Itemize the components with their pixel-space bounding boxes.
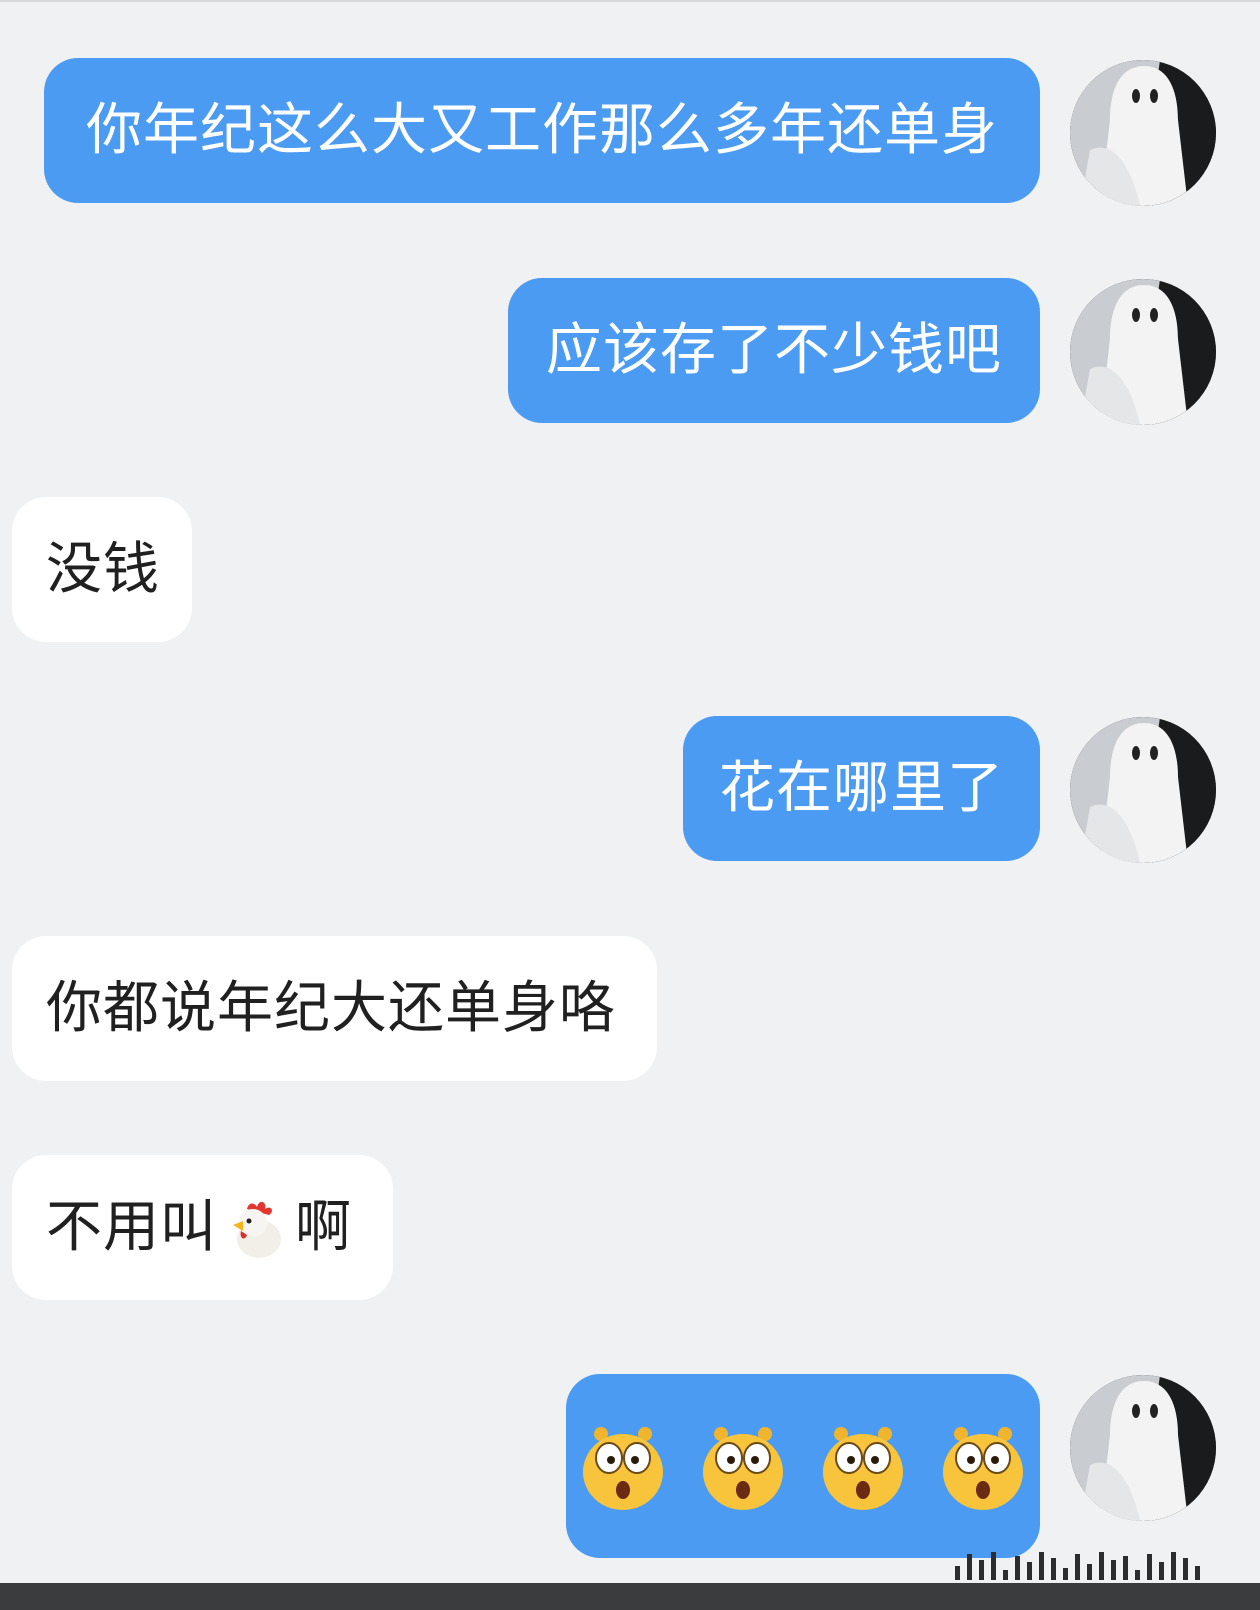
ghost-avatar[interactable]	[1070, 717, 1216, 863]
ghost-avatar[interactable]	[1070, 279, 1216, 425]
ghost-icon	[1070, 279, 1216, 425]
message-bubble-outgoing[interactable]	[566, 1374, 1040, 1558]
astonished-emoji	[943, 1427, 1023, 1510]
astonished-emoji	[703, 1427, 783, 1510]
message-bubble-outgoing[interactable]: 你年纪这么大又工作那么多年还单身	[44, 58, 1040, 203]
message-bubble-incoming[interactable]: 没钱	[12, 497, 192, 642]
message-bubble-incoming[interactable]: 你都说年纪大还单身咯	[12, 936, 657, 1081]
message-text: 没钱	[46, 536, 160, 602]
message-text: 花在哪里了	[719, 755, 1004, 821]
rooster-emoji	[223, 1195, 289, 1261]
message-text: 不用叫	[46, 1194, 217, 1260]
message-text: 你年纪这么大又工作那么多年还单身	[86, 97, 998, 163]
ghost-avatar[interactable]	[1070, 60, 1216, 206]
message-text: 啊	[295, 1194, 352, 1260]
ghost-icon	[1070, 60, 1216, 206]
watermark-logo	[955, 1550, 1235, 1580]
astonished-emoji	[823, 1427, 903, 1510]
message-bubble-outgoing[interactable]: 应该存了不少钱吧	[508, 278, 1040, 423]
ghost-icon	[1070, 1375, 1216, 1521]
message-text: 你都说年纪大还单身咯	[46, 975, 616, 1041]
emoji-row	[581, 1420, 1025, 1512]
message-text: 应该存了不少钱吧	[546, 317, 1002, 383]
ghost-avatar[interactable]	[1070, 1375, 1216, 1521]
bottom-bar	[0, 1583, 1260, 1610]
astonished-emoji	[583, 1427, 663, 1510]
message-bubble-incoming[interactable]: 不用叫 啊	[12, 1155, 393, 1300]
ghost-icon	[1070, 717, 1216, 863]
message-bubble-outgoing[interactable]: 花在哪里了	[683, 716, 1040, 861]
top-divider	[0, 0, 1260, 2]
